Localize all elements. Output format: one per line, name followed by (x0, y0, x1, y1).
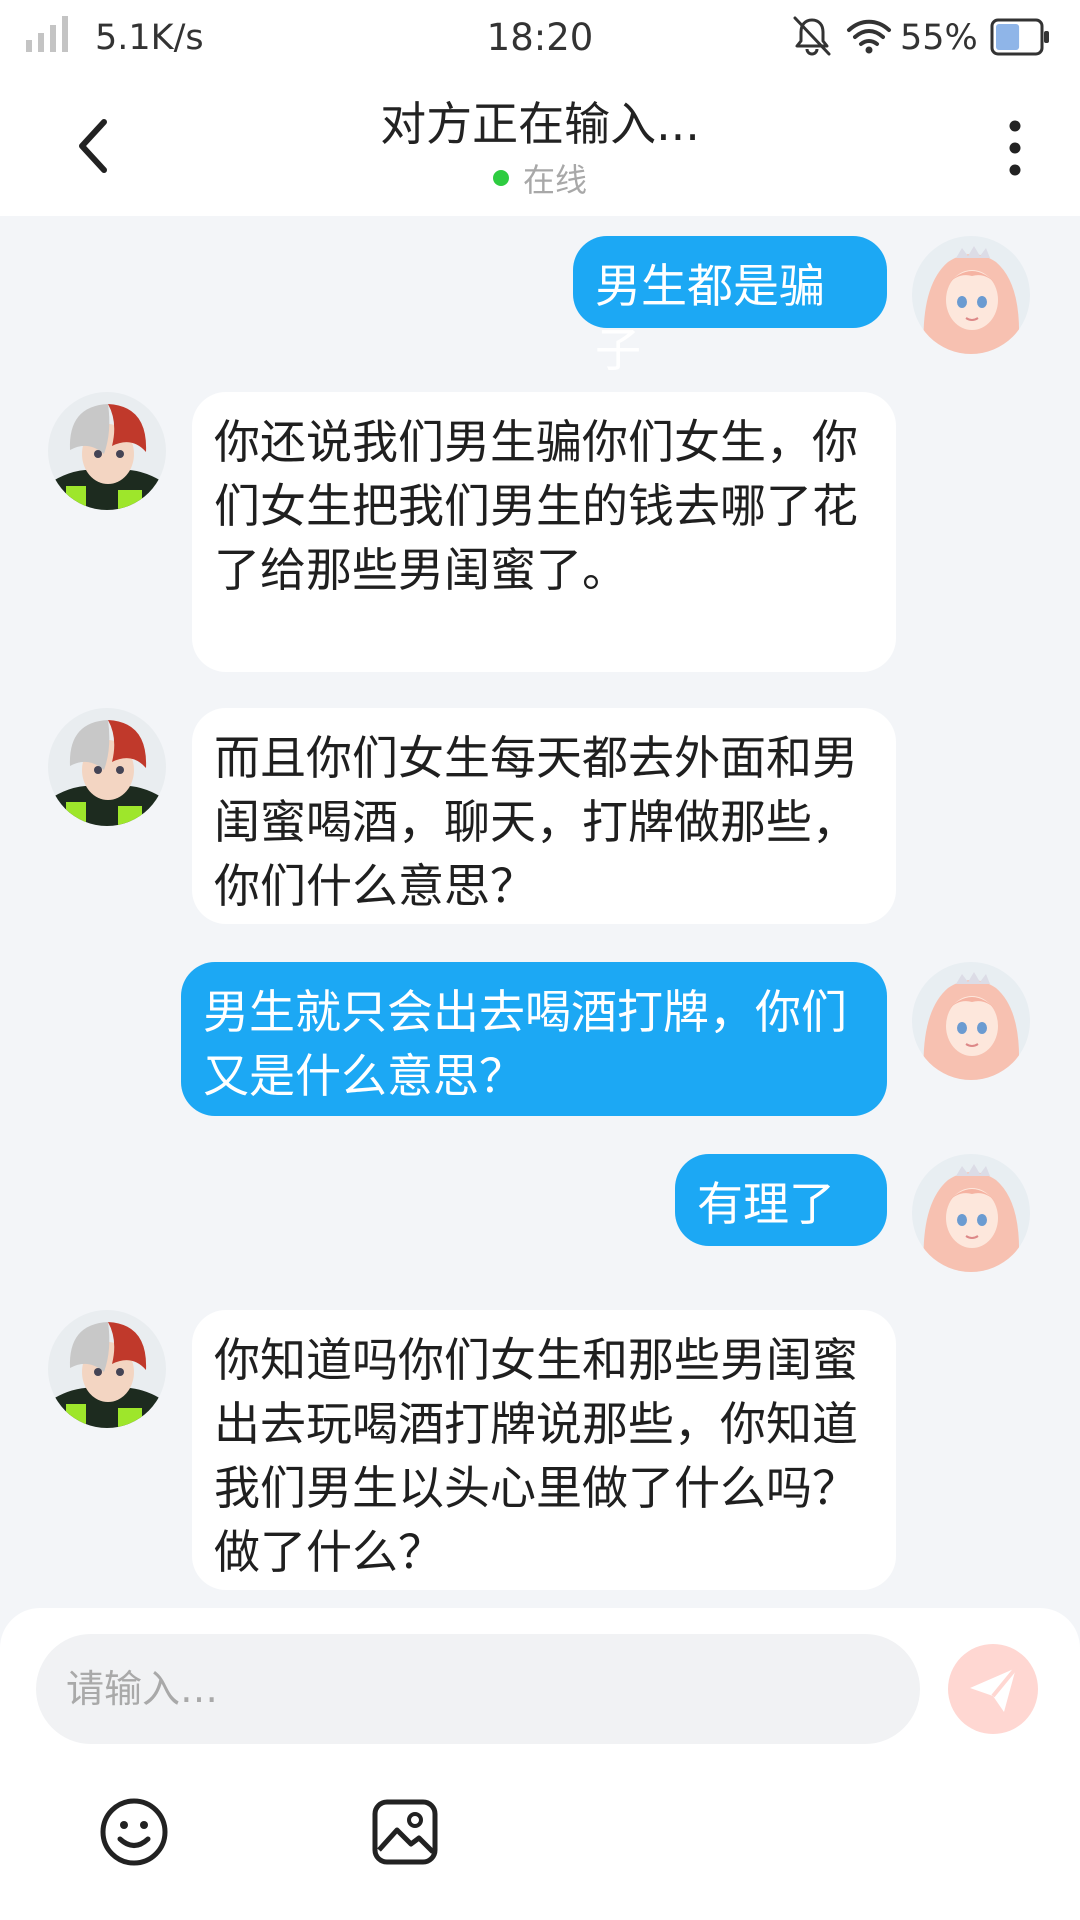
my-avatar[interactable] (912, 1154, 1030, 1272)
contact-avatar[interactable] (48, 392, 166, 510)
wifi-icon (847, 19, 891, 54)
online-status-label: 在线 (522, 161, 587, 199)
battery-percent: 55% (900, 18, 978, 58)
online-dot-icon (492, 170, 509, 186)
message-bubble-received[interactable]: 你知道吗你们女生和那些男闺蜜出去玩喝酒打牌说那些，你知道我们男生以头心里做了什么… (192, 1310, 896, 1590)
contact-avatar[interactable] (48, 1310, 166, 1428)
message-composer (0, 1608, 1080, 1920)
chat-header: 对方正在输入... 在线 (0, 78, 1080, 216)
message-bubble-sent[interactable]: 有理了 (675, 1154, 887, 1246)
contact-avatar[interactable] (48, 708, 166, 826)
chat-title: 对方正在输入... (380, 97, 700, 151)
more-menu-icon[interactable] (1000, 116, 1030, 180)
message-bubble-received[interactable]: 你还说我们男生骗你们女生，你们女生把我们男生的钱去哪了花了给那些男闺蜜了。 (192, 392, 896, 672)
my-avatar[interactable] (912, 962, 1030, 1080)
battery-icon (990, 18, 1049, 56)
message-bubble-received[interactable]: 而且你们女生每天都去外面和男闺蜜喝酒，聊天，打牌做那些， 你们什么意思？ (192, 708, 896, 924)
status-bar: 5.1K/s 18:20 55% (0, 0, 1080, 78)
image-picker-icon[interactable] (369, 1796, 441, 1868)
message-bubble-sent[interactable]: 男生都是骗子 (573, 236, 887, 377)
message-input[interactable] (36, 1634, 920, 1744)
online-status: 在线 (0, 158, 1080, 202)
mute-bell-icon (793, 16, 831, 56)
send-icon (970, 1666, 1018, 1712)
message-bubble-sent[interactable]: 男生就只会出去喝酒打牌，你们又是什么意思？ (181, 962, 887, 1116)
my-avatar[interactable] (912, 236, 1030, 354)
emoji-icon[interactable] (98, 1796, 170, 1868)
send-button[interactable] (948, 1644, 1038, 1734)
